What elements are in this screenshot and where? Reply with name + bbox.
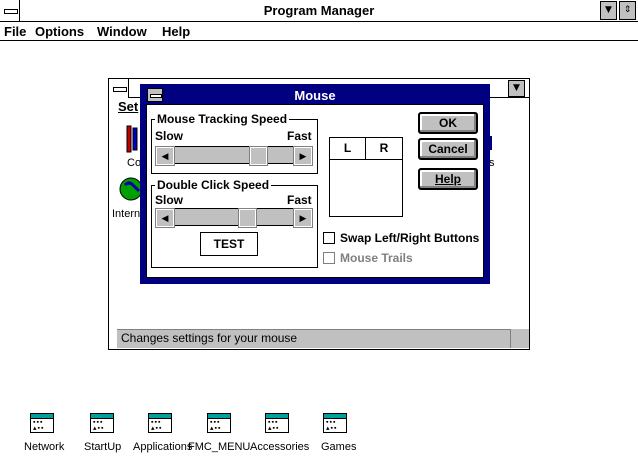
restore-button[interactable]: ⇕ [619,1,636,20]
mouse-trails-label: Mouse Trails [340,251,413,265]
restore-icon: ⇕ [623,5,632,15]
status-text: Changes settings for your mouse [121,331,298,345]
control-panel-icon[interactable] [124,124,140,156]
program-group-icon[interactable]: ▪▪▪ ▴▪▪ [207,413,231,433]
down-arrow-icon: ▼ [513,83,520,93]
double-click-slow-label: Slow [155,193,184,207]
group-label-applications[interactable]: Applications [133,441,192,454]
double-click-fast-label: Fast [287,193,312,207]
down-arrow-icon: ▼ [605,5,612,15]
right-arrow-icon[interactable]: ▶ [293,208,313,228]
help-button[interactable]: Help [418,168,478,190]
menu-bar [0,22,638,41]
group-control-menu-box[interactable] [109,79,129,98]
tracking-fast-label: Fast [287,129,312,143]
control-menu-icon [150,94,162,98]
program-group-icon[interactable]: ▪▪▪ ▴▪▪ [148,413,172,433]
control-panel-label: Co [127,157,142,169]
right-button-indicator: R [365,137,403,160]
mouse-dialog-control-menu[interactable] [147,88,163,102]
swap-buttons-checkbox[interactable] [323,232,335,244]
swap-buttons-label[interactable]: Swap Left/Right Buttons [340,231,479,245]
group-label-accessories[interactable]: Accessories [250,441,309,454]
tracking-speed-slider[interactable]: ◀ ▶ [155,146,313,166]
double-click-slider[interactable]: ◀ ▶ [155,208,313,228]
menu-window[interactable]: Window [97,23,147,40]
window-title: Program Manager [263,3,375,18]
tracking-slider-thumb[interactable] [249,146,268,166]
double-click-slider-thumb[interactable] [238,208,257,228]
program-group-icon[interactable]: ▪▪▪ ▴▪▪ [30,413,54,433]
group-label-games[interactable]: Games [321,441,356,454]
left-arrow-icon[interactable]: ◀ [155,208,175,228]
group-menu-fragment[interactable]: Set [118,99,138,114]
tracking-slow-label: Slow [155,129,184,143]
group-label-startup[interactable]: StartUp [84,441,121,454]
right-arrow-icon[interactable]: ▶ [293,146,313,166]
group-label-network[interactable]: Network [24,441,64,454]
tracking-speed-label: Mouse Tracking Speed [155,112,290,126]
mouse-trails-checkbox[interactable] [323,252,335,264]
group-minimize-button[interactable]: ▼ [508,80,525,97]
program-group-icon[interactable]: ▪▪▪ ▴▪▪ [265,413,289,433]
control-menu-icon [113,87,127,92]
group-label-fmc-menu[interactable]: FMC_MENU [188,441,250,454]
left-arrow-icon[interactable]: ◀ [155,146,175,166]
double-click-label: Double Click Speed [155,178,272,192]
menu-help[interactable]: Help [162,23,190,40]
cancel-button[interactable]: Cancel [418,138,478,160]
program-group-icon[interactable]: ▪▪▪ ▴▪▪ [90,413,114,433]
status-bar-corner [510,329,529,348]
menu-options[interactable]: Options [35,23,84,40]
left-button-indicator: L [329,137,366,160]
minimize-button[interactable]: ▼ [600,1,617,20]
program-group-icon[interactable]: ▪▪▪ ▴▪▪ [323,413,347,433]
ok-button[interactable]: OK [418,112,478,134]
test-area[interactable]: TEST [200,232,258,256]
menu-file[interactable]: File [4,23,26,40]
mouse-dialog-title[interactable]: Mouse [146,87,484,104]
